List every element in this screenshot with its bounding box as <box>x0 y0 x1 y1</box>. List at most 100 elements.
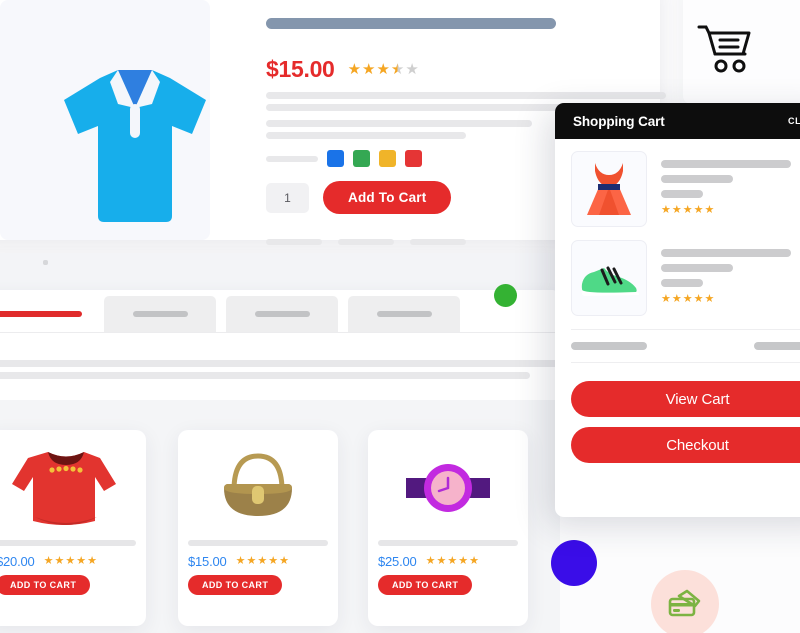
star-icon: ★ <box>246 555 257 567</box>
star-icon: ★ <box>693 204 704 216</box>
star-icon: ★ <box>76 555 87 567</box>
meta-chip <box>338 239 394 245</box>
tab-item[interactable] <box>348 296 460 332</box>
star-icon: ★ <box>447 555 458 567</box>
handbag-icon <box>224 453 292 516</box>
shopping-cart-icon[interactable] <box>697 24 751 74</box>
star-icon: ★ <box>661 204 671 216</box>
cart-item[interactable]: ★ ★ ★ ★ ★ <box>571 151 800 227</box>
cart-item-thumbnail <box>571 240 647 316</box>
color-swatch-green[interactable] <box>353 150 370 167</box>
add-to-cart-button[interactable]: ADD TO CART <box>188 575 283 595</box>
cart-item[interactable]: ★ ★ ★ ★ ★ <box>571 240 800 316</box>
star-icon: ★ <box>268 555 279 567</box>
star-icon: ★ <box>235 555 246 567</box>
color-swatch-yellow[interactable] <box>379 150 396 167</box>
star-empty-icon: ★ <box>405 61 419 78</box>
cart-header: Shopping Cart CLOSE <box>555 103 800 139</box>
star-icon: ★ <box>279 555 289 567</box>
star-icon: ★ <box>347 61 362 78</box>
color-swatch-row <box>266 150 422 167</box>
cart-title: Shopping Cart <box>573 113 665 129</box>
status-dot-indicator <box>494 284 517 307</box>
star-icon: ★ <box>671 204 682 216</box>
tab-item[interactable] <box>104 296 216 332</box>
cart-item-name-skeleton <box>661 249 791 257</box>
product-meta: $20.00 ★★★★★ <box>0 554 97 569</box>
tab-item[interactable] <box>226 296 338 332</box>
add-to-cart-button[interactable]: ADD TO CART <box>0 575 91 595</box>
tab-label-skeleton <box>0 311 82 317</box>
star-icon: ★ <box>257 555 268 567</box>
cart-item-rating-stars: ★ ★ ★ ★ ★ <box>661 205 800 216</box>
meta-chip <box>266 239 322 245</box>
credit-card-icon <box>668 589 701 617</box>
tab-item-active[interactable] <box>0 296 90 332</box>
star-icon: ★ <box>54 555 65 567</box>
app-canvas: $15.00 ★ ★ ★ ★ ★ Add To Cart <box>0 0 800 633</box>
cart-item-info: ★ ★ ★ ★ ★ <box>661 240 800 316</box>
product-name-skeleton <box>188 540 328 546</box>
product-meta-chips <box>266 239 466 245</box>
star-icon: ★ <box>65 555 76 567</box>
cart-item-variant-skeleton <box>661 264 733 272</box>
cart-actions: View Cart Checkout <box>555 363 800 463</box>
add-to-cart-button[interactable]: Add To Cart <box>323 181 452 214</box>
cart-close-button[interactable]: CLOSE <box>788 116 800 126</box>
checkout-button[interactable]: Checkout <box>571 427 800 463</box>
product-price: $15.00 <box>188 554 227 569</box>
product-card[interactable]: $25.00 ★ ★ ★ ★ ★ ADD TO CART <box>368 430 528 626</box>
color-label-skeleton <box>266 155 318 162</box>
star-icon: ★ <box>671 293 682 305</box>
description-line <box>266 132 466 139</box>
star-icon: ★ <box>704 293 715 305</box>
cart-item-price-skeleton <box>661 190 703 198</box>
panel-dot-icon <box>43 260 48 265</box>
tab-label-skeleton <box>132 311 188 317</box>
star-half-icon: ★ <box>390 61 405 78</box>
product-rating-stars: ★ ★ ★ ★ ★ <box>348 62 419 77</box>
description-line <box>266 92 666 99</box>
color-swatch-red[interactable] <box>405 150 422 167</box>
star-icon: ★ <box>362 61 376 78</box>
star-icon: ★ <box>43 555 54 567</box>
cart-subtotal-row <box>571 329 800 363</box>
product-card[interactable]: $15.00 ★ ★ ★ ★ ★ ADD TO CART <box>178 430 338 626</box>
cart-items-list: ★ ★ ★ ★ ★ ★ ★ ★ ★ ★ <box>555 139 800 316</box>
payment-badge <box>651 570 719 633</box>
product-price: $20.00 <box>0 554 35 569</box>
green-sneaker-icon <box>581 266 639 296</box>
product-meta: $25.00 ★ ★ ★ ★ ★ <box>378 554 479 569</box>
content-line <box>0 372 530 379</box>
star-icon: ★ <box>469 555 479 567</box>
star-icon: ★ <box>693 293 704 305</box>
star-icon: ★ <box>704 204 715 216</box>
product-rating-stars: ★ ★ ★ ★ ★ <box>426 556 479 567</box>
description-line <box>266 104 602 111</box>
product-meta: $15.00 ★ ★ ★ ★ ★ <box>188 554 289 569</box>
description-line <box>266 120 532 127</box>
price-and-rating-row: $15.00 ★ ★ ★ ★ ★ <box>266 56 419 83</box>
product-price: $25.00 <box>378 554 417 569</box>
cart-item-rating-stars: ★ ★ ★ ★ ★ <box>661 294 800 305</box>
star-icon: ★ <box>376 61 390 78</box>
star-icon: ★ <box>458 555 469 567</box>
product-rating-stars: ★ ★ ★ ★ ★ <box>44 556 97 567</box>
tab-label-skeleton <box>376 311 432 317</box>
cart-item-variant-skeleton <box>661 175 733 183</box>
product-rating-stars: ★ ★ ★ ★ ★ <box>236 556 289 567</box>
product-card[interactable]: $20.00 ★★★★★ ADD TO CART <box>0 430 146 626</box>
add-to-cart-button[interactable]: ADD TO CART <box>378 575 473 595</box>
star-icon: ★ <box>682 204 693 216</box>
purchase-row: Add To Cart <box>266 181 452 214</box>
tshirt-icon <box>64 70 206 222</box>
star-icon: ★ <box>661 293 671 305</box>
subtotal-label-skeleton <box>571 342 647 350</box>
cart-item-info: ★ ★ ★ ★ ★ <box>661 151 800 227</box>
view-cart-button[interactable]: View Cart <box>571 381 800 417</box>
shopping-cart-panel: Shopping Cart CLOSE <box>555 103 800 517</box>
quantity-input[interactable] <box>266 182 309 213</box>
cart-item-thumbnail <box>571 151 647 227</box>
color-swatch-blue[interactable] <box>327 150 344 167</box>
tab-label-skeleton <box>254 311 310 317</box>
